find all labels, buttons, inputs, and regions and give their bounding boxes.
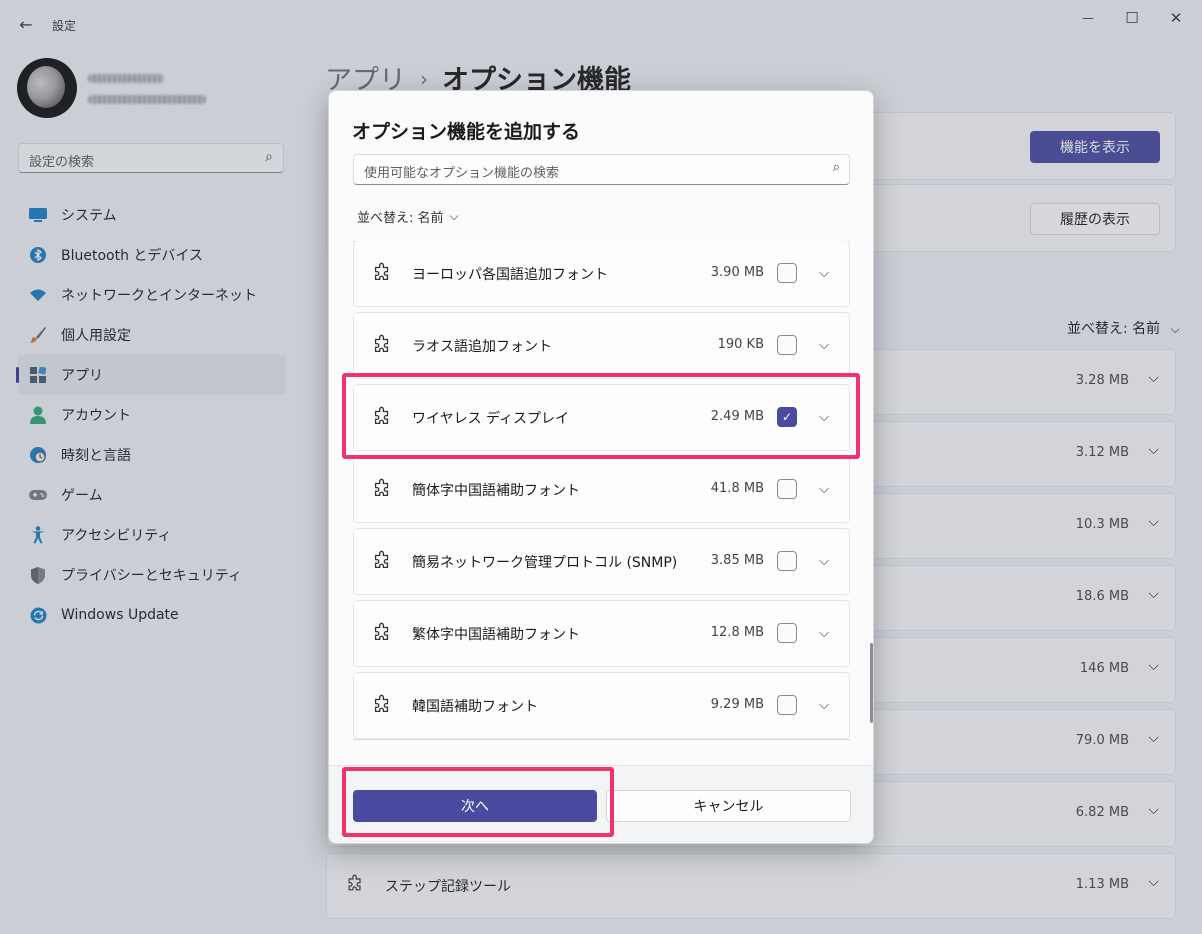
feature-checkbox[interactable] — [777, 551, 797, 571]
cancel-button[interactable]: キャンセル — [606, 790, 851, 822]
feature-size: 9.29 MB — [710, 697, 764, 712]
puzzle-icon — [371, 334, 393, 356]
chevron-down-icon[interactable]: ⌵ — [817, 263, 831, 283]
chevron-down-icon[interactable]: ⌵ — [817, 335, 831, 355]
feature-checkbox[interactable] — [777, 263, 797, 283]
feature-size: 41.8 MB — [710, 481, 764, 496]
puzzle-icon — [371, 622, 393, 644]
feature-name: ラオス語追加フォント — [412, 339, 552, 355]
feature-row[interactable]: 簡易ネットワーク管理プロトコル (SNMP) 3.85 MB ⌵ — [353, 528, 850, 595]
chevron-down-icon[interactable]: ⌵ — [817, 551, 831, 571]
feature-name: ヨーロッパ各国語追加フォント — [412, 267, 608, 283]
dialog-sort-dropdown[interactable]: 並べ替え: 名前 ⌵ — [357, 207, 459, 226]
search-icon: ⌕ — [832, 160, 840, 175]
dialog-title: オプション機能を追加する — [352, 121, 581, 143]
chevron-down-icon[interactable]: ⌵ — [817, 623, 831, 643]
feature-checkbox[interactable] — [777, 335, 797, 355]
list-divider — [353, 739, 850, 740]
add-optional-feature-dialog: オプション機能を追加する 使用可能なオプション機能の検索 ⌕ 並べ替え: 名前 … — [328, 90, 874, 844]
chevron-down-icon: ⌵ — [449, 209, 459, 223]
chevron-down-icon[interactable]: ⌵ — [817, 479, 831, 499]
highlight-box-selected-feature — [342, 373, 860, 459]
feature-size: 3.90 MB — [710, 265, 764, 280]
feature-list: ヨーロッパ各国語追加フォント 3.90 MB ⌵ ラオス語追加フォント 190 … — [353, 241, 851, 741]
feature-search-input[interactable]: 使用可能なオプション機能の検索 ⌕ — [353, 154, 850, 185]
feature-checkbox[interactable] — [777, 695, 797, 715]
feature-row[interactable]: ラオス語追加フォント 190 KB ⌵ — [353, 312, 850, 379]
puzzle-icon — [371, 478, 393, 500]
feature-size: 190 KB — [717, 337, 764, 352]
feature-name: 簡易ネットワーク管理プロトコル (SNMP) — [412, 555, 678, 571]
feature-name: 繁体字中国語補助フォント — [412, 627, 580, 643]
feature-row[interactable]: 韓国語補助フォント 9.29 MB ⌵ — [353, 672, 850, 739]
feature-checkbox[interactable] — [777, 623, 797, 643]
puzzle-icon — [371, 550, 393, 572]
puzzle-icon — [371, 262, 393, 284]
feature-size: 3.85 MB — [710, 553, 764, 568]
feature-row[interactable]: ヨーロッパ各国語追加フォント 3.90 MB ⌵ — [353, 241, 850, 307]
settings-window: ← 設定 — ☐ ✕ 設定の検索 ⌕ システム Bluetooth とデバイス … — [0, 0, 1202, 934]
puzzle-icon — [371, 694, 393, 716]
dialog-sort-label: 並べ替え: 名前 — [357, 211, 444, 226]
feature-size: 12.8 MB — [710, 625, 764, 640]
feature-name: 韓国語補助フォント — [412, 699, 538, 715]
list-scrollbar[interactable] — [870, 643, 873, 723]
feature-checkbox[interactable] — [777, 479, 797, 499]
feature-row[interactable]: 繁体字中国語補助フォント 12.8 MB ⌵ — [353, 600, 850, 667]
chevron-down-icon[interactable]: ⌵ — [817, 695, 831, 715]
highlight-box-next-button — [342, 767, 614, 837]
feature-name: 簡体字中国語補助フォント — [412, 483, 580, 499]
feature-row[interactable]: 簡体字中国語補助フォント 41.8 MB ⌵ — [353, 456, 850, 523]
feature-search-placeholder: 使用可能なオプション機能の検索 — [364, 166, 560, 181]
